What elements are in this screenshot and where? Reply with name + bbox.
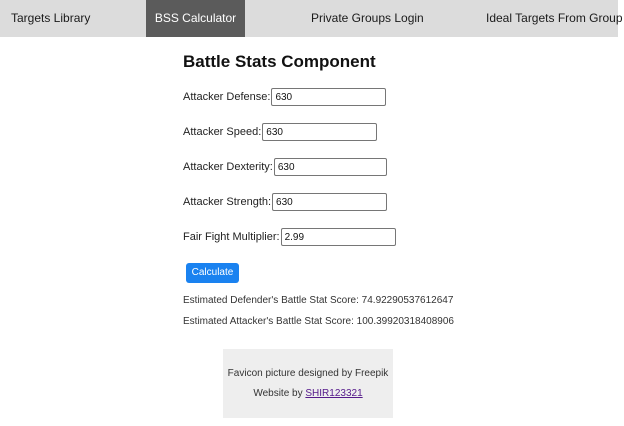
nav-bss-calculator[interactable]: BSS Calculator <box>146 0 245 37</box>
attacker-dexterity-label: Attacker Dexterity: <box>183 161 273 173</box>
nav-targets-library[interactable]: Targets Library <box>11 0 90 37</box>
attacker-speed-field: Attacker Speed: <box>183 122 378 142</box>
attacker-dexterity-field: Attacker Dexterity: <box>183 157 387 177</box>
page-title: Battle Stats Component <box>183 52 376 71</box>
nav-private-groups-login[interactable]: Private Groups Login <box>311 0 424 37</box>
defender-score-result: Estimated Defender's Battle Stat Score: … <box>183 295 454 306</box>
fair-fight-multiplier-field: Fair Fight Multiplier: <box>183 227 396 247</box>
attacker-strength-input[interactable] <box>272 193 388 211</box>
attacker-defense-label: Attacker Defense: <box>183 91 271 103</box>
website-credit-prefix: Website by <box>253 388 306 399</box>
top-navbar: Targets Library BSS Calculator Private G… <box>0 0 623 37</box>
fair-fight-multiplier-label: Fair Fight Multiplier: <box>183 231 280 243</box>
attacker-score-result: Estimated Attacker's Battle Stat Score: … <box>183 316 454 327</box>
attacker-dexterity-input[interactable] <box>273 158 387 176</box>
attacker-speed-label: Attacker Speed: <box>183 126 262 138</box>
footer: Favicon picture designed by Freepik Webs… <box>223 349 393 418</box>
nav-ideal-targets-from-group[interactable]: Ideal Targets From Group <box>486 0 623 37</box>
website-credit: Website by SHIR123321 <box>223 388 393 399</box>
attacker-defense-input[interactable] <box>271 88 387 106</box>
author-link[interactable]: SHIR123321 <box>305 388 362 399</box>
calculate-button[interactable]: Calculate <box>186 263 239 283</box>
attacker-defense-field: Attacker Defense: <box>183 87 387 107</box>
attacker-strength-field: Attacker Strength: <box>183 192 388 212</box>
fair-fight-multiplier-input[interactable] <box>280 228 396 246</box>
attacker-speed-input[interactable] <box>262 123 378 141</box>
favicon-credit: Favicon picture designed by Freepik <box>227 368 389 379</box>
attacker-strength-label: Attacker Strength: <box>183 196 272 208</box>
